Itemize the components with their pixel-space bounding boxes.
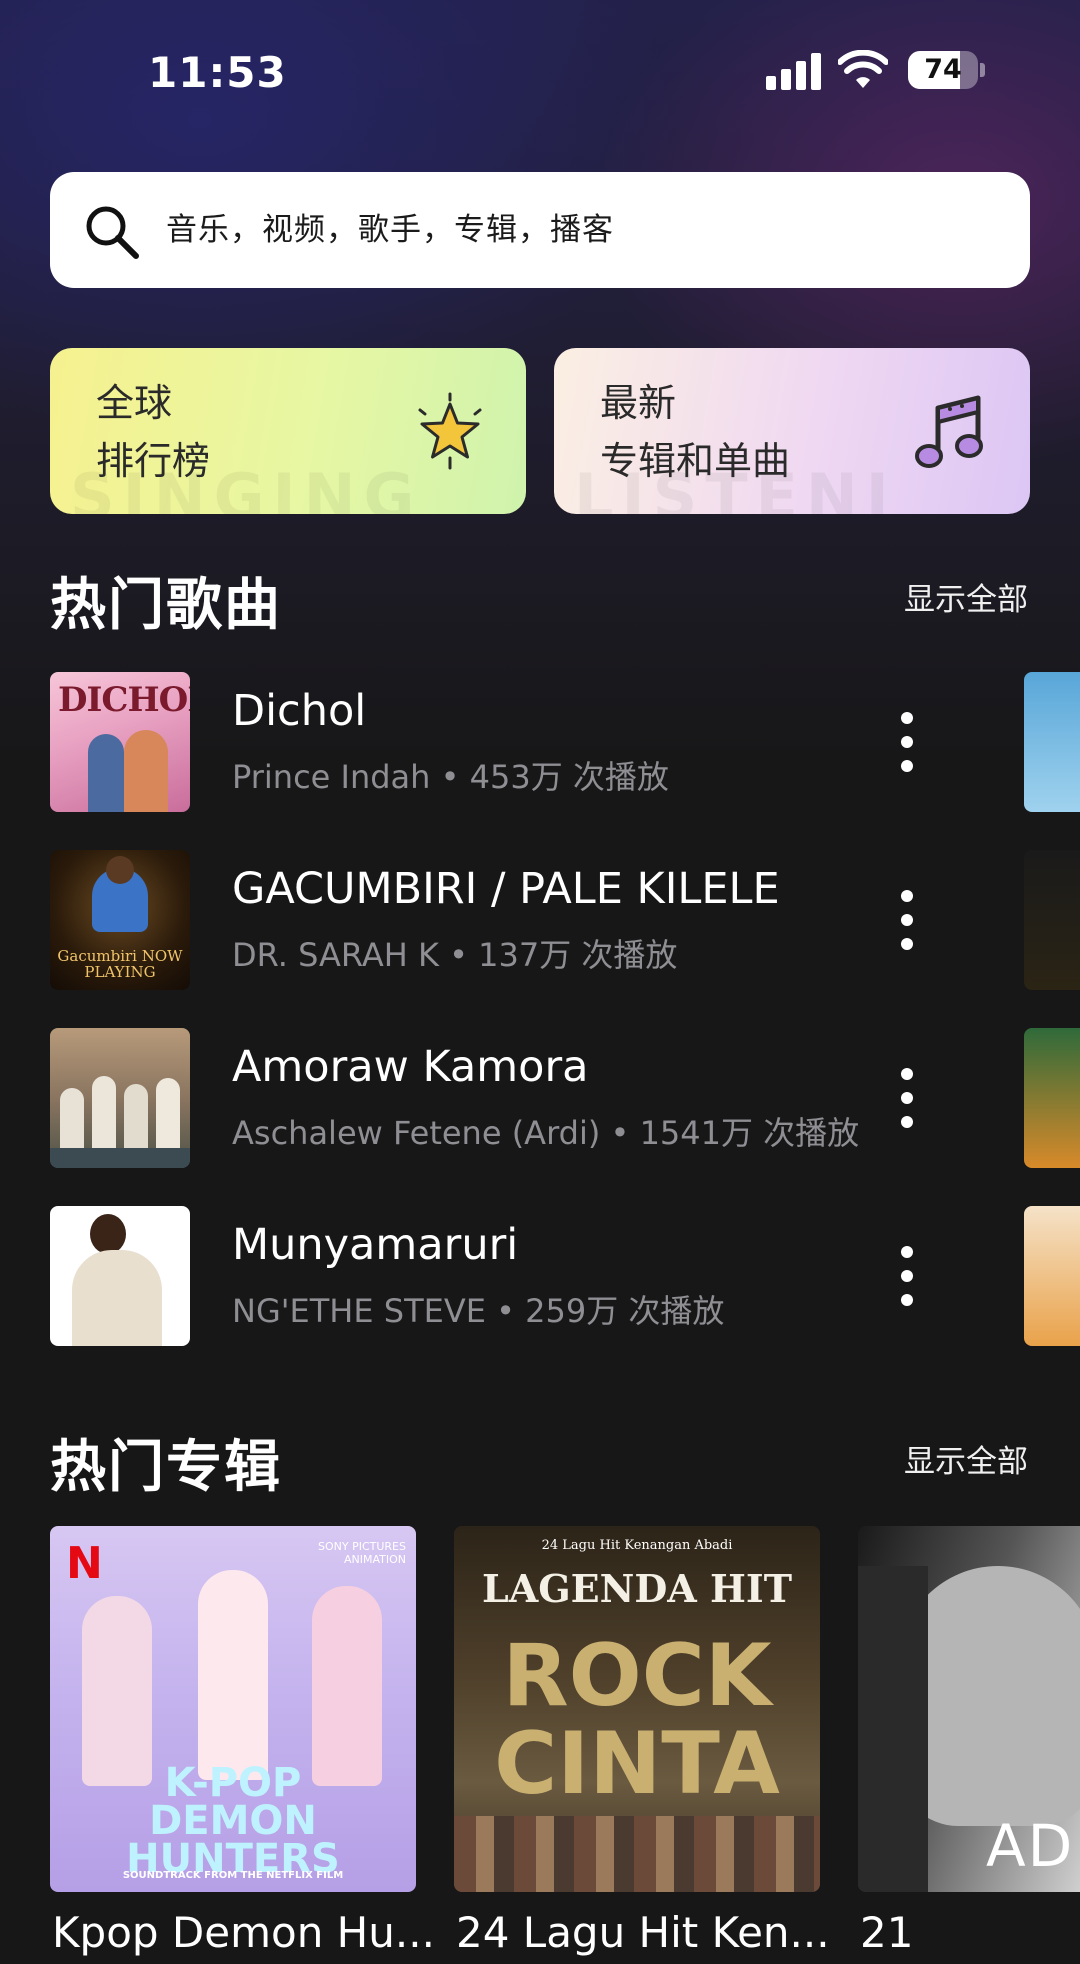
cover-text: Gacumbiri NOW PLAYING [57,947,183,981]
album-cover: 24 Lagu Hit Kenangan Abadi LAGENDA HIT R… [454,1526,820,1892]
song-title: GACUMBIRI / PALE KILELE [232,864,780,914]
cover-subtitle: SOUNDTRACK FROM THE NETFLIX FILM [122,1870,344,1881]
more-options-icon[interactable] [890,1244,924,1308]
hot-songs-show-all[interactable]: 显示全部 [904,574,1028,619]
song-row[interactable]: Munyamaruri NG'ETHE STEVE • 259万 次播放 [0,1206,1080,1346]
song-cover [50,1028,190,1168]
cover-line: LAGENDA HIT [482,1566,792,1611]
cover-top-text: 24 Lagu Hit Kenangan Abadi [541,1538,733,1553]
album-card[interactable]: 24 Lagu Hit Kenangan Abadi LAGENDA HIT R… [454,1526,830,1957]
cover-line: K-POP [164,1760,302,1806]
next-column-cover[interactable] [1024,672,1080,812]
cover-line: DEMON [149,1798,317,1844]
album-cover: N SONY PICTURES ANIMATION K-POP DEMON HU… [50,1526,416,1892]
album-name: 21 [860,1908,914,1957]
song-cover: Gacumbiri NOW PLAYING [50,850,190,990]
next-column-cover[interactable] [1024,1206,1080,1346]
card-label-line1: 最新 [600,381,677,425]
card-label: 全球 排行榜 [96,374,210,490]
card-label-line2: 专辑和单曲 [600,439,791,483]
next-column-cover[interactable] [1024,850,1080,990]
album-card[interactable]: ADE 21 [858,1526,1080,1957]
search-placeholder: 音乐，视频，歌手，专辑，播客 [166,212,614,248]
album-name: 24 Lagu Hit Ken... [456,1908,830,1957]
more-options-icon[interactable] [890,710,924,774]
more-options-icon[interactable] [890,1066,924,1130]
hot-songs-title: 热门歌曲 [50,573,282,638]
song-cover [50,1206,190,1346]
battery-percent: 74 [924,54,962,85]
song-title: Dichol [232,686,367,736]
cellular-signal-icon [766,52,822,90]
hot-albums-title: 热门专辑 [50,1435,282,1500]
hot-albums-show-all[interactable]: 显示全部 [904,1436,1028,1481]
cover-text: DICHOL [58,680,190,720]
netflix-logo: N [66,1538,103,1589]
card-global-charts[interactable]: SINGING 全球 排行榜 [50,348,526,514]
music-note-icon [915,395,983,468]
song-subtitle: Prince Indah • 453万 次播放 [232,758,669,796]
star-icon [418,392,482,470]
card-label-line1: 全球 [96,381,173,425]
battery-icon: 74 [908,51,985,89]
song-subtitle: Aschalew Fetene (Ardi) • 1541万 次播放 [232,1114,860,1152]
card-label: 最新 专辑和单曲 [600,374,790,490]
cover-line: ADE [986,1812,1080,1880]
song-row[interactable]: DICHOL Dichol Prince Indah • 453万 次播放 [0,672,1080,812]
search-icon [86,206,139,259]
cover-line: CINTA [494,1714,780,1814]
song-cover: DICHOL [50,672,190,812]
song-title: Munyamaruri [232,1220,519,1270]
song-row[interactable]: Gacumbiri NOW PLAYING GACUMBIRI / PALE K… [0,850,1080,990]
song-subtitle: DR. SARAH K • 137万 次播放 [232,936,678,974]
next-column-cover[interactable] [1024,1028,1080,1168]
song-title: Amoraw Kamora [232,1042,589,1092]
album-cover: ADE [858,1526,1080,1892]
studio-logo: SONY PICTURES ANIMATION [318,1540,406,1566]
album-name: Kpop Demon Hu... [52,1908,435,1957]
card-new-releases[interactable]: LISTENI 最新 专辑和单曲 [554,348,1030,514]
status-time: 11:53 [148,48,287,97]
wifi-icon [838,50,888,88]
search-bar[interactable]: 音乐，视频，歌手，专辑，播客 [50,172,1030,288]
more-options-icon[interactable] [890,888,924,952]
card-label-line2: 排行榜 [96,439,211,483]
album-card[interactable]: N SONY PICTURES ANIMATION K-POP DEMON HU… [50,1526,435,1957]
cover-line: ROCK [502,1626,772,1726]
song-subtitle: NG'ETHE STEVE • 259万 次播放 [232,1292,725,1330]
song-row[interactable]: Amoraw Kamora Aschalew Fetene (Ardi) • 1… [0,1028,1080,1168]
